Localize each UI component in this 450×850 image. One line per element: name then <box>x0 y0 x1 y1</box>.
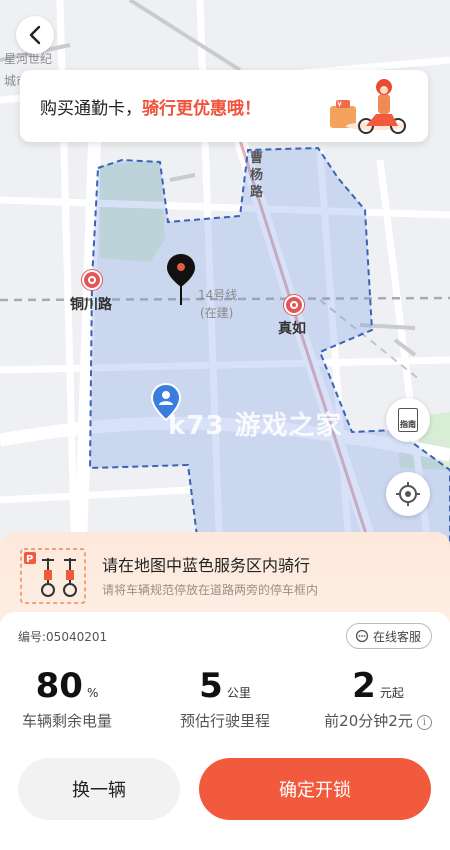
price-stat: 2 元起 前20分钟2元 i <box>303 666 450 731</box>
svg-text:¥: ¥ <box>337 100 342 109</box>
online-service-button[interactable]: 在线客服 <box>345 623 432 649</box>
online-service-label: 在线客服 <box>372 629 421 644</box>
change-vehicle-button[interactable]: 换一辆 <box>18 758 180 820</box>
distance-unit: 公里 <box>226 686 251 700</box>
promo-text-main: 购买通勤卡， <box>40 99 142 119</box>
chevron-left-icon <box>29 25 41 45</box>
price-value: 2 <box>352 666 376 706</box>
battery-unit: % <box>86 686 99 700</box>
promo-text-highlight: 骑行更优惠哦！ <box>142 99 261 119</box>
price-label: 前20分钟2元 <box>324 712 413 730</box>
guide-button[interactable]: 指南 <box>386 398 430 442</box>
change-vehicle-label: 换一辆 <box>72 780 126 801</box>
vehicle-id: 编号:05040201 <box>18 630 108 644</box>
commute-card-promo-banner[interactable]: 购买通勤卡，骑行更优惠哦！ ¥ <box>20 70 428 142</box>
crosshair-icon <box>396 482 420 506</box>
location-pin-icon[interactable] <box>166 253 196 307</box>
notice-title: 请在地图中蓝色服务区内骑行 <box>102 556 311 575</box>
battery-stat: 80% 车辆剩余电量 <box>0 666 142 731</box>
scooter-rider-illustration: ¥ <box>330 79 406 134</box>
price-unit: 元起 <box>379 686 404 700</box>
watermark: k73 游戏之家 <box>168 411 343 441</box>
info-icon[interactable]: i <box>416 715 432 730</box>
distance-stat: 5 公里 预估行驶里程 <box>150 666 300 731</box>
distance-label: 预估行驶里程 <box>179 712 270 730</box>
metro-line-label: 14号线 <box>198 288 238 302</box>
battery-value: 80 <box>35 666 83 706</box>
station-label-zhenru: 真如 <box>278 321 306 337</box>
back-button[interactable] <box>16 16 54 54</box>
confirm-unlock-button[interactable]: 确定开锁 <box>199 758 431 820</box>
parking-bikes-icon: P <box>20 548 86 604</box>
metro-line-status: (在建) <box>200 306 234 320</box>
confirm-unlock-label: 确定开锁 <box>279 780 351 801</box>
road-label-caoyang: 曹杨路 <box>250 151 264 200</box>
promo-text: 购买通勤卡，骑行更优惠哦！ <box>40 94 261 119</box>
battery-label: 车辆剩余电量 <box>21 712 112 730</box>
metro-station-icon[interactable] <box>284 295 304 315</box>
svg-text:P: P <box>26 554 33 565</box>
guide-book-icon: 指南 <box>395 407 421 433</box>
metro-station-icon[interactable] <box>82 270 102 290</box>
distance-value: 5 <box>199 666 223 706</box>
chat-bubble-icon <box>355 629 369 643</box>
station-label-tongchuan: 铜川路 <box>70 297 112 313</box>
vehicle-info-sheet: 编号:05040201 在线客服 80% 车辆剩余电量 5 公里 预估行驶里程 2… <box>0 612 450 850</box>
locate-me-button[interactable] <box>386 472 430 516</box>
notice-subtitle: 请将车辆规范停放在道路两旁的停车框内 <box>102 583 319 597</box>
